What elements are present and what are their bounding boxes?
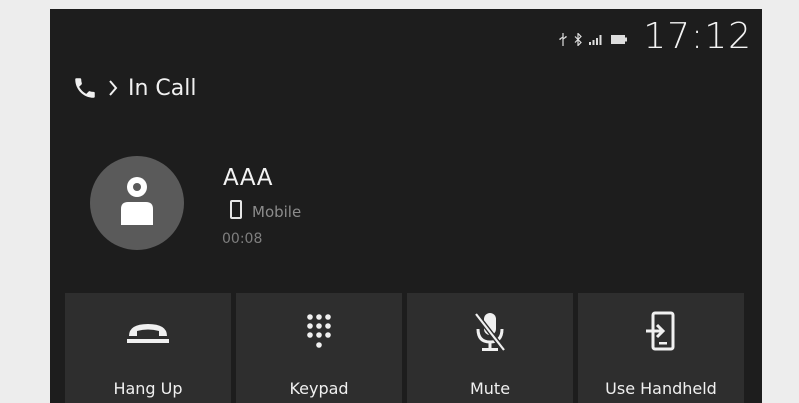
chevron-right-icon [108,79,118,97]
hang-up-icon [125,301,171,363]
caller-name: AAA [223,165,273,191]
use-handheld-label: Use Handheld [605,379,717,398]
mobile-phone-icon [230,200,242,223]
mic-muted-icon [473,301,507,363]
status-bar: 17:12 [559,15,752,59]
clock: 17:12 [643,16,752,57]
keypad-label: Keypad [289,379,349,398]
call-actions: Hang Up Keypad Mute Use Handheld [65,293,744,403]
handheld-icon [645,301,677,363]
usb-icon [559,32,567,46]
breadcrumb[interactable]: In Call [72,75,197,101]
hang-up-button[interactable]: Hang Up [65,293,231,403]
battery-icon [611,34,628,44]
person-icon [117,175,157,231]
call-duration: 00:08 [222,231,263,247]
mute-label: Mute [469,379,511,398]
caller-type-label: Mobile [252,202,302,221]
bluetooth-icon [574,32,583,46]
status-icons [559,32,628,46]
avatar [90,156,184,250]
keypad-icon [304,301,334,363]
in-call-screen: 17:12 In Call AAA Mobile 00:08 Hang Up K… [50,9,762,403]
use-handheld-button[interactable]: Use Handheld [578,293,744,403]
caller-type: Mobile [230,200,301,223]
hang-up-label: Hang Up [113,379,183,398]
signal-icon [589,34,604,45]
phone-icon [72,75,98,101]
mute-button[interactable]: Mute [407,293,573,403]
keypad-button[interactable]: Keypad [236,293,402,403]
page-title: In Call [128,75,197,101]
